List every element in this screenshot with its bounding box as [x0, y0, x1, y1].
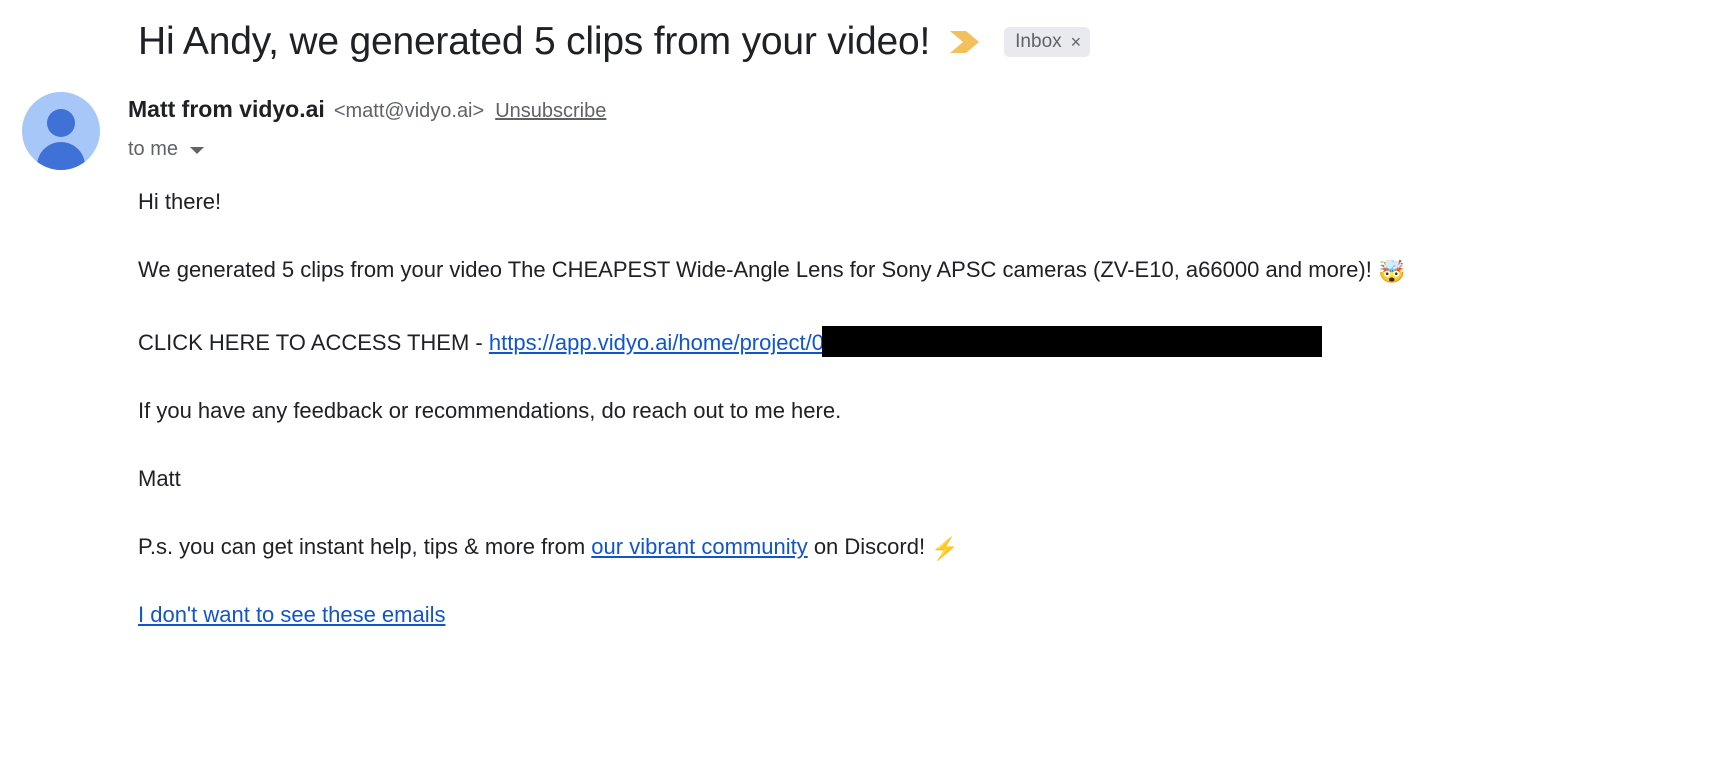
avatar-body-shape — [37, 142, 85, 170]
lightning-emoji-icon: ⚡ — [931, 536, 959, 561]
subject-row: Hi Andy, we generated 5 clips from your … — [0, 0, 1724, 63]
sender-block: Matt from vidyo.ai <matt@vidyo.ai> Unsub… — [128, 90, 606, 161]
important-chevron-icon[interactable] — [948, 29, 982, 55]
label-chip-label: Inbox — [1015, 31, 1062, 52]
ps-suffix-text: on Discord! — [807, 534, 932, 559]
chevron-down-icon[interactable] — [190, 147, 205, 154]
body-cta-paragraph: CLICK HERE TO ACCESS THEM - https://app.… — [138, 326, 1724, 357]
body-greeting: Hi there! — [138, 189, 222, 214]
avatar[interactable] — [22, 92, 100, 170]
recipient-line[interactable]: to me — [128, 137, 606, 161]
project-link[interactable]: https://app.vidyo.ai/home/project/0b — [489, 330, 836, 355]
sender-line: Matt from vidyo.ai <matt@vidyo.ai> Unsub… — [128, 94, 606, 126]
page-title: Hi Andy, we generated 5 clips from your … — [138, 20, 931, 63]
status-badge[interactable]: Inbox × — [1004, 27, 1091, 57]
body-intro-text: We generated 5 clips from your video The… — [138, 257, 1372, 282]
avatar-head-shape — [47, 109, 75, 137]
message-header: Matt from vidyo.ai <matt@vidyo.ai> Unsub… — [0, 62, 1724, 170]
ps-prefix-text: P.s. you can get instant help, tips & mo… — [138, 534, 592, 559]
body-feedback-paragraph: If you have any feedback or recommendati… — [138, 398, 842, 423]
community-link[interactable]: our vibrant community — [591, 534, 807, 559]
body-ps-paragraph: P.s. you can get instant help, tips & mo… — [138, 533, 1724, 563]
message-body: Hi there! We generated 5 clips from your… — [0, 170, 1724, 629]
unsubscribe-link[interactable]: Unsubscribe — [495, 96, 606, 126]
recipient-label: to me — [128, 138, 179, 160]
redaction-bar — [822, 326, 1323, 357]
exploding-head-emoji-icon: 🤯 — [1377, 259, 1406, 284]
sender-name[interactable]: Matt from vidyo.ai — [128, 94, 325, 124]
sender-email: <matt@vidyo.ai> — [333, 100, 485, 122]
close-icon[interactable]: × — [1071, 27, 1082, 57]
cta-prefix-text: CLICK HERE TO ACCESS THEM - — [138, 330, 489, 355]
email-message-view: Hi Andy, we generated 5 clips from your … — [0, 0, 1724, 780]
body-intro-paragraph: We generated 5 clips from your video The… — [138, 256, 1724, 286]
body-signature: Matt — [138, 466, 181, 491]
opt-out-link[interactable]: I don't want to see these emails — [138, 601, 1724, 629]
